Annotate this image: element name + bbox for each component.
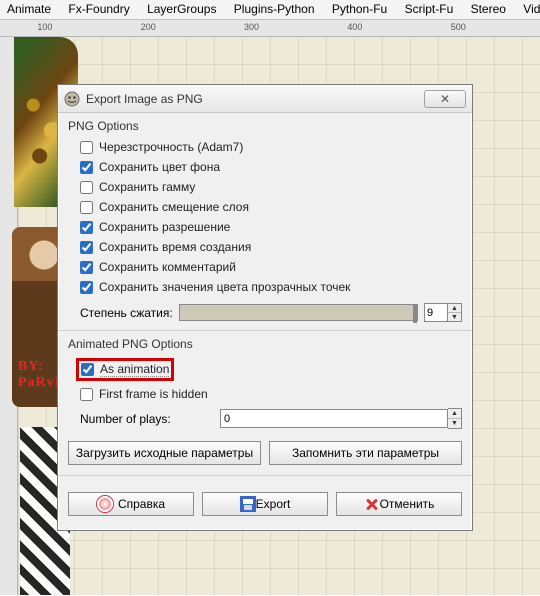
chevron-up-icon[interactable]: ▲ <box>448 409 461 419</box>
menubar: Animate Fx-Foundry LayerGroups Plugins-P… <box>0 0 540 19</box>
chevron-up-icon[interactable]: ▲ <box>448 304 461 313</box>
export-button-label: Export <box>256 497 291 511</box>
menu-item[interactable]: LayerGroups <box>140 0 223 19</box>
chevron-down-icon[interactable]: ▼ <box>448 313 461 321</box>
close-button[interactable]: ✕ <box>424 90 466 108</box>
save-comment-checkbox[interactable] <box>80 261 93 274</box>
save-offset-checkbox[interactable] <box>80 201 93 214</box>
menu-item[interactable]: Python-Fu <box>325 0 394 19</box>
cancel-button[interactable]: Отменить <box>336 492 462 516</box>
save-creationtime-label: Сохранить время создания <box>99 240 251 254</box>
save-comment-label: Сохранить комментарий <box>99 260 236 274</box>
save-defaults-button[interactable]: Запомнить эти параметры <box>269 441 462 465</box>
save-resolution-label: Сохранить разрешение <box>99 220 230 234</box>
help-icon <box>97 496 113 512</box>
checkbox-row: Черезстрочность (Adam7) <box>80 137 462 157</box>
separator <box>58 330 472 331</box>
compression-slider[interactable] <box>179 304 418 321</box>
menu-item[interactable]: Script-Fu <box>398 0 461 19</box>
first-frame-hidden-checkbox[interactable] <box>80 388 93 401</box>
app-icon <box>64 91 80 107</box>
interlace-label: Черезстрочность (Adam7) <box>99 140 243 154</box>
save-bgcolor-checkbox[interactable] <box>80 161 93 174</box>
compression-input[interactable] <box>424 303 448 322</box>
save-bgcolor-label: Сохранить цвет фона <box>99 160 220 174</box>
save-transcolor-checkbox[interactable] <box>80 281 93 294</box>
vertical-ruler <box>0 37 18 595</box>
as-animation-label: As animation <box>100 362 169 377</box>
titlebar[interactable]: Export Image as PNG ✕ <box>58 85 472 113</box>
save-icon <box>240 496 256 512</box>
first-frame-hidden-label: First frame is hidden <box>99 387 208 401</box>
cancel-button-label: Отменить <box>380 497 435 511</box>
help-button-label: Справка <box>118 497 165 511</box>
apng-options-group: As animation First frame is hidden Numbe… <box>68 355 462 437</box>
help-button[interactable]: Справка <box>68 492 194 516</box>
canvas-area: BY: PaRvIz Export Image as PNG ✕ PNG Opt… <box>0 37 540 595</box>
menu-item[interactable]: Stereo <box>464 0 513 19</box>
menu-item[interactable]: Plugins-Python <box>227 0 322 19</box>
menu-item[interactable]: Video <box>516 0 540 19</box>
save-gamma-checkbox[interactable] <box>80 181 93 194</box>
number-of-plays-label: Number of plays: <box>80 412 220 426</box>
save-offset-label: Сохранить смещение слоя <box>99 200 249 214</box>
png-options-heading: PNG Options <box>68 119 462 133</box>
number-of-plays-spin[interactable]: ▲▼ <box>448 408 462 429</box>
save-resolution-checkbox[interactable] <box>80 221 93 234</box>
save-transcolor-label: Сохранить значения цвета прозрачных точе… <box>99 280 350 294</box>
load-defaults-button[interactable]: Загрузить исходные параметры <box>68 441 261 465</box>
compression-label: Степень сжатия: <box>80 306 173 320</box>
cancel-icon <box>364 496 380 512</box>
export-button[interactable]: Export <box>202 492 328 516</box>
compression-spin[interactable]: ▲▼ <box>448 303 462 322</box>
horizontal-ruler: 100 200 300 400 500 <box>0 19 540 37</box>
save-gamma-label: Сохранить гамму <box>99 180 195 194</box>
apng-options-heading: Animated PNG Options <box>68 337 462 351</box>
menu-item[interactable]: Fx-Foundry <box>61 0 136 19</box>
png-options-group: Черезстрочность (Adam7) Сохранить цвет ф… <box>68 137 462 324</box>
save-creationtime-checkbox[interactable] <box>80 241 93 254</box>
export-png-dialog: Export Image as PNG ✕ PNG Options Черезс… <box>57 84 473 531</box>
highlight-box: As animation <box>76 358 174 381</box>
interlace-checkbox[interactable] <box>80 141 93 154</box>
as-animation-checkbox[interactable] <box>81 363 94 376</box>
separator <box>58 475 472 476</box>
menu-item[interactable]: Animate <box>0 0 58 19</box>
number-of-plays-input[interactable] <box>220 409 448 428</box>
chevron-down-icon[interactable]: ▼ <box>448 419 461 428</box>
dialog-title: Export Image as PNG <box>86 92 424 106</box>
